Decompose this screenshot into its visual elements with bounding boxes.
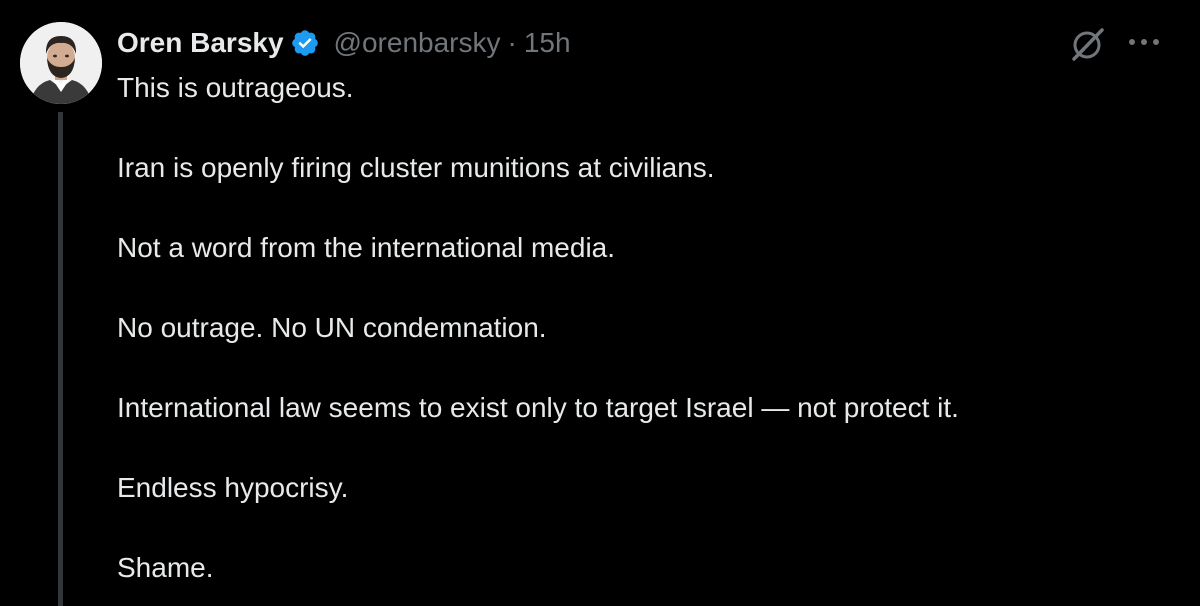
verified-badge-icon[interactable] <box>290 28 320 58</box>
tweet-paragraph: Endless hypocrisy. <box>117 472 349 503</box>
separator-dot: · <box>507 27 517 58</box>
avatar-image <box>20 22 102 104</box>
tweet-paragraph: Iran is openly firing cluster munitions … <box>117 152 715 183</box>
grok-icon[interactable] <box>1068 24 1108 64</box>
tweet[interactable]: Oren Barsky @orenbarsky · 15h This is ou… <box>0 0 1200 606</box>
tweet-paragraph: International law seems to exist only to… <box>117 392 959 423</box>
timestamp[interactable]: 15h <box>524 27 571 59</box>
tweet-header: Oren Barsky @orenbarsky · 15h <box>117 24 571 62</box>
author-display-name[interactable]: Oren Barsky <box>117 27 284 59</box>
tweet-text: This is outrageous. Iran is openly firin… <box>117 68 1177 588</box>
tweet-paragraph: Not a word from the international media. <box>117 232 616 263</box>
author-handle[interactable]: @orenbarsky <box>334 27 501 59</box>
tweet-paragraph: This is outrageous. <box>117 72 354 103</box>
avatar[interactable] <box>20 22 102 104</box>
more-options-icon[interactable] <box>1126 32 1162 52</box>
thread-line <box>58 112 63 606</box>
tweet-paragraph: Shame. <box>117 552 214 583</box>
tweet-paragraph: No outrage. No UN condemnation. <box>117 312 547 343</box>
